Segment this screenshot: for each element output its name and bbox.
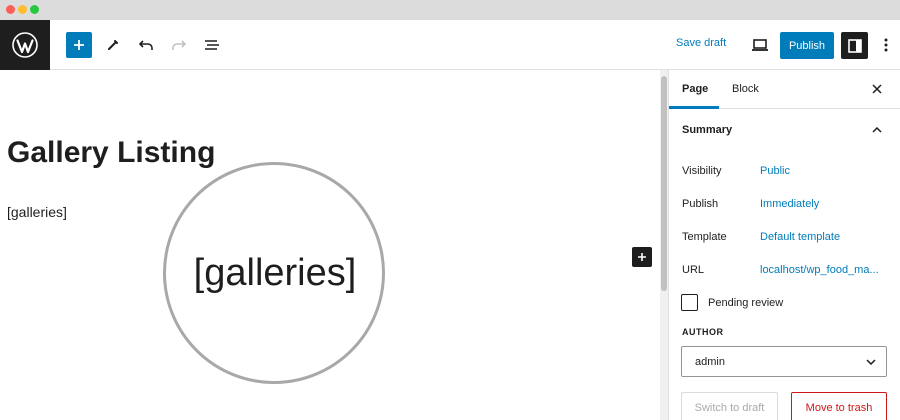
author-label: AUTHOR — [682, 327, 724, 337]
tab-block[interactable]: Block — [732, 83, 759, 95]
options-menu-button[interactable] — [876, 34, 896, 56]
redo-button[interactable] — [166, 32, 192, 58]
plus-icon — [74, 40, 84, 50]
undo-icon — [138, 40, 153, 50]
author-select[interactable]: admin — [681, 346, 887, 377]
list-view-button[interactable] — [199, 32, 225, 58]
window-maximize-dot[interactable] — [30, 5, 39, 14]
publish-label: Publish — [682, 198, 719, 210]
summary-panel-title: Summary — [682, 124, 733, 136]
settings-sidebar: Page Block Summary Visibility Public Pub… — [668, 70, 900, 420]
tools-button[interactable] — [100, 32, 126, 58]
sidebar-tabs: Page Block — [669, 70, 900, 109]
wordpress-logo-icon[interactable] — [0, 20, 50, 70]
vertical-ellipsis-icon — [884, 38, 888, 52]
plus-icon — [638, 253, 646, 261]
visibility-label: Visibility — [682, 165, 722, 177]
chevron-up-icon[interactable] — [869, 122, 885, 138]
canvas-scrollbar[interactable] — [660, 70, 668, 420]
template-link[interactable]: Default template — [760, 231, 840, 243]
pending-review-checkbox[interactable] — [681, 294, 698, 311]
add-block-button[interactable] — [66, 32, 92, 58]
move-to-trash-button[interactable]: Move to trash — [791, 392, 887, 420]
chevron-down-icon — [864, 355, 878, 369]
tab-page[interactable]: Page — [682, 83, 708, 95]
window-titlebar — [0, 0, 900, 20]
magnified-shortcode: [galleries] — [193, 251, 357, 294]
page-title[interactable]: Gallery Listing — [7, 136, 215, 170]
editor-toolbar: Save draft Publish — [0, 20, 900, 70]
url-link[interactable]: localhost/wp_food_ma... — [760, 264, 879, 276]
author-select-value: admin — [695, 356, 725, 368]
scrollbar-thumb[interactable] — [661, 76, 667, 291]
save-draft-button[interactable]: Save draft — [676, 37, 726, 49]
preview-button[interactable] — [748, 34, 772, 56]
redo-icon — [172, 40, 187, 50]
pencil-icon — [108, 40, 118, 50]
url-label: URL — [682, 264, 705, 276]
publish-button[interactable]: Publish — [780, 32, 834, 59]
publish-date-link[interactable]: Immediately — [760, 198, 819, 210]
list-view-icon — [205, 40, 219, 50]
window-close-dot[interactable] — [6, 5, 15, 14]
editor-canvas[interactable]: Gallery Listing [galleries] [galleries] — [0, 70, 660, 420]
pending-review-label[interactable]: Pending review — [708, 297, 783, 309]
shortcode-block[interactable]: [galleries] — [7, 204, 67, 220]
magnifier-callout: [galleries] — [163, 162, 385, 384]
block-inserter-button[interactable] — [632, 247, 652, 267]
close-sidebar-button[interactable] — [869, 81, 885, 97]
undo-button[interactable] — [133, 32, 159, 58]
window-minimize-dot[interactable] — [18, 5, 27, 14]
close-icon — [872, 84, 882, 94]
summary-panel-header[interactable]: Summary — [669, 109, 900, 151]
sidebar-toggle-icon — [847, 38, 862, 53]
visibility-value-link[interactable]: Public — [760, 165, 790, 177]
settings-toggle-button[interactable] — [841, 32, 868, 59]
laptop-icon — [752, 39, 768, 51]
switch-to-draft-button[interactable]: Switch to draft — [681, 392, 778, 420]
template-label: Template — [682, 231, 727, 243]
